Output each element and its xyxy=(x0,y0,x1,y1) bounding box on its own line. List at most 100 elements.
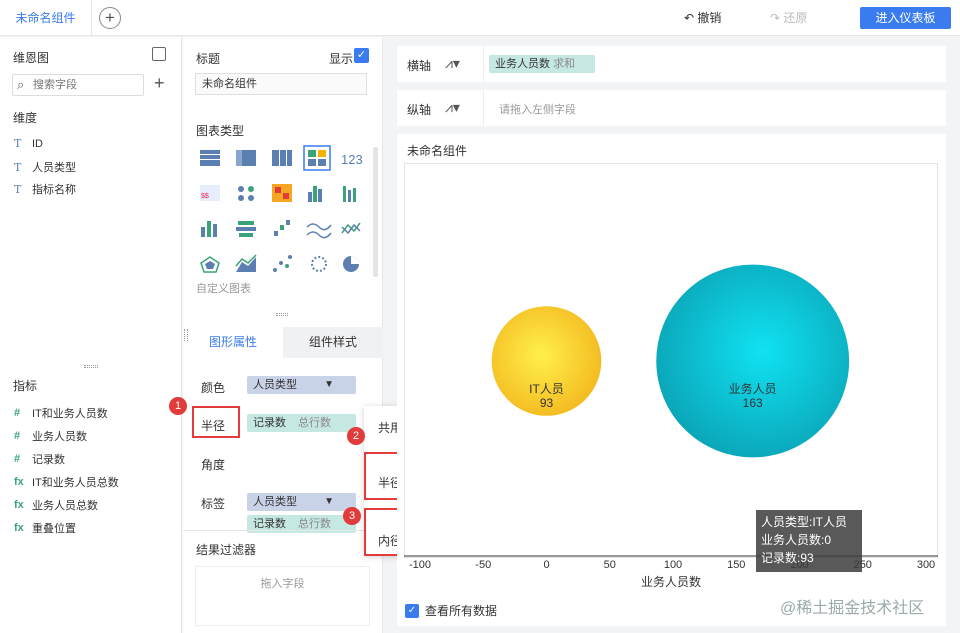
measure-item[interactable]: # IT和业务人员数 xyxy=(14,405,108,421)
x-tick-label: 50 xyxy=(603,559,616,571)
measure-title: 指标 xyxy=(13,379,38,393)
axis-type-icon[interactable]: ⩘▾ xyxy=(445,55,460,72)
chart-type-cross-table-icon[interactable] xyxy=(236,150,256,166)
dimension-item[interactable]: T 指标名称 xyxy=(14,181,76,197)
chart-type-area-icon[interactable] xyxy=(235,254,257,272)
text-field-icon: T xyxy=(14,160,22,174)
bubble-value: 93 xyxy=(540,396,554,410)
chart-type-grouped-bar-icon[interactable] xyxy=(308,186,322,202)
number-field-icon: # xyxy=(14,407,21,419)
chart-type-kpi-icon[interactable]: 123 xyxy=(341,152,363,167)
enter-dashboard-button[interactable]: 进入仪表板 xyxy=(860,7,951,29)
tab-shape-properties[interactable]: 图形属性 xyxy=(183,327,283,358)
chart-type-bar-icon[interactable] xyxy=(201,221,217,237)
x-axis-title: 业务人员数 xyxy=(641,575,702,589)
text-field-icon: T xyxy=(14,182,22,196)
add-field-icon[interactable]: + xyxy=(154,73,165,94)
redo-icon: ↷ xyxy=(770,11,784,25)
bubble-value: 163 xyxy=(743,396,763,410)
chart-type-line-icon[interactable] xyxy=(306,223,332,239)
filter-icon[interactable]: ▼ xyxy=(324,376,334,394)
chart-type-scrollbar[interactable] xyxy=(373,147,378,277)
chart-type-bubble-icon[interactable] xyxy=(311,256,327,272)
show-title-checkbox[interactable]: ✓ xyxy=(354,48,369,63)
text-field-icon: T xyxy=(14,137,22,150)
measure-item[interactable]: fx 重叠位置 xyxy=(14,520,76,536)
chart-tooltip: 人员类型:IT人员 业务人员数:0 记录数:93 xyxy=(756,510,862,572)
color-label: 颜色 xyxy=(201,381,226,395)
chart-type-stacked-bar-icon[interactable] xyxy=(236,221,256,237)
x-tick-label: 150 xyxy=(727,559,746,571)
show-all-checkbox[interactable]: ✓ xyxy=(405,603,419,618)
tab-current[interactable]: 未命名组件 xyxy=(0,0,92,36)
field-panel: 维恩图 ⌕ + 维度 TID T人员类型 T指标名称 指标 #IT和业务人员数 … xyxy=(0,37,182,633)
property-tabs: 图形属性 组件样式 xyxy=(183,327,383,358)
axis-type-icon[interactable]: ⩘▾ xyxy=(445,99,460,116)
dataset-title: 维恩图 xyxy=(13,51,50,65)
title-input[interactable]: 未命名组件 xyxy=(195,73,367,95)
number-field-icon: # xyxy=(14,453,21,465)
chart-type-venn-icon[interactable] xyxy=(303,145,331,171)
highlight-radius xyxy=(192,406,240,438)
chart-type-waterfall-icon[interactable] xyxy=(274,220,290,236)
drag-handle[interactable] xyxy=(184,329,188,341)
chart-type-table-icon[interactable] xyxy=(200,150,220,166)
show-all-data[interactable]: ✓ 查看所有数据 xyxy=(405,602,497,619)
chart-type-combo-line-icon[interactable] xyxy=(341,222,361,235)
step-badge: 1 xyxy=(169,397,187,415)
chart-type-pie-icon[interactable] xyxy=(343,256,359,272)
chart-type-scatter-icon[interactable] xyxy=(273,255,292,272)
undo-button[interactable]: ↶ 撤销 xyxy=(684,10,721,26)
filter-drop-zone[interactable]: 拖入字段 xyxy=(195,566,370,626)
chart-type-color-bar-icon[interactable] xyxy=(343,186,356,202)
bubble-1[interactable] xyxy=(655,263,851,459)
venn-chart: IT人员93 业务人员163 xyxy=(404,263,938,557)
radius-field-pill[interactable]: 记录数 总行数 xyxy=(247,414,356,432)
measure-item[interactable]: # 记录数 xyxy=(14,451,65,467)
chart-title: 未命名组件 xyxy=(407,144,468,158)
search-field[interactable]: ⌕ xyxy=(12,74,144,96)
chart-type-grid: 123 $$ xyxy=(200,145,363,273)
x-tick-label: 0 xyxy=(543,559,550,571)
show-label: 显示 xyxy=(329,52,354,66)
y-axis-drop-zone[interactable]: 请拖入左侧字段 xyxy=(499,101,576,117)
x-tick-label: -50 xyxy=(475,559,492,571)
chart-type-heatmap-icon[interactable] xyxy=(272,184,292,202)
custom-chart-link[interactable]: 自定义图表 xyxy=(196,280,251,296)
formula-field-icon: fx xyxy=(14,522,24,534)
x-axis-field-pill[interactable]: 业务人员数 求和 xyxy=(489,55,595,73)
number-field-icon: # xyxy=(14,430,21,442)
color-field-pill[interactable]: 人员类型 ▼ xyxy=(247,376,356,394)
chart-type-radar-icon[interactable] xyxy=(200,256,220,273)
chart-type-detail-table-icon[interactable] xyxy=(272,150,292,166)
tab-component-style[interactable]: 组件样式 xyxy=(283,327,383,358)
redo-button[interactable]: ↷ 还原 xyxy=(770,10,807,26)
chart-type-point-table-icon[interactable] xyxy=(238,186,254,201)
dimension-item[interactable]: T ID xyxy=(14,137,43,150)
search-icon: ⌕ xyxy=(17,77,25,92)
undo-icon: ↶ xyxy=(684,11,698,25)
x-tick-label: 100 xyxy=(663,559,683,571)
search-input[interactable] xyxy=(33,77,139,93)
x-tick-label: 300 xyxy=(916,559,936,571)
chart-type-text-table-icon[interactable]: $$ xyxy=(200,185,220,201)
switch-dataset-icon[interactable] xyxy=(152,47,166,61)
add-tab-button[interactable]: + xyxy=(99,7,121,29)
resize-handle[interactable] xyxy=(84,365,98,368)
angle-label: 角度 xyxy=(201,458,226,472)
dimension-item[interactable]: T 人员类型 xyxy=(14,159,76,175)
resize-handle[interactable] xyxy=(276,313,288,316)
label-field-pill[interactable]: 人员类型 ▼ xyxy=(247,493,356,511)
svg-text:123: 123 xyxy=(341,152,363,167)
measure-item[interactable]: # 业务人员数 xyxy=(14,428,87,444)
formula-field-icon: fx xyxy=(14,476,24,488)
filter-icon[interactable]: ▼ xyxy=(324,493,334,511)
label-label: 标签 xyxy=(201,497,226,511)
y-axis-row: 纵轴 ⩘▾ 请拖入左侧字段 xyxy=(397,90,946,126)
filter-label: 结果过滤器 xyxy=(196,543,257,557)
step-badge: 2 xyxy=(347,427,365,445)
measure-item[interactable]: fx 业务人员总数 xyxy=(14,497,98,513)
step-badge: 3 xyxy=(343,507,361,525)
measure-item[interactable]: fx IT和业务人员总数 xyxy=(14,474,119,490)
x-tick-label: -100 xyxy=(408,559,432,571)
